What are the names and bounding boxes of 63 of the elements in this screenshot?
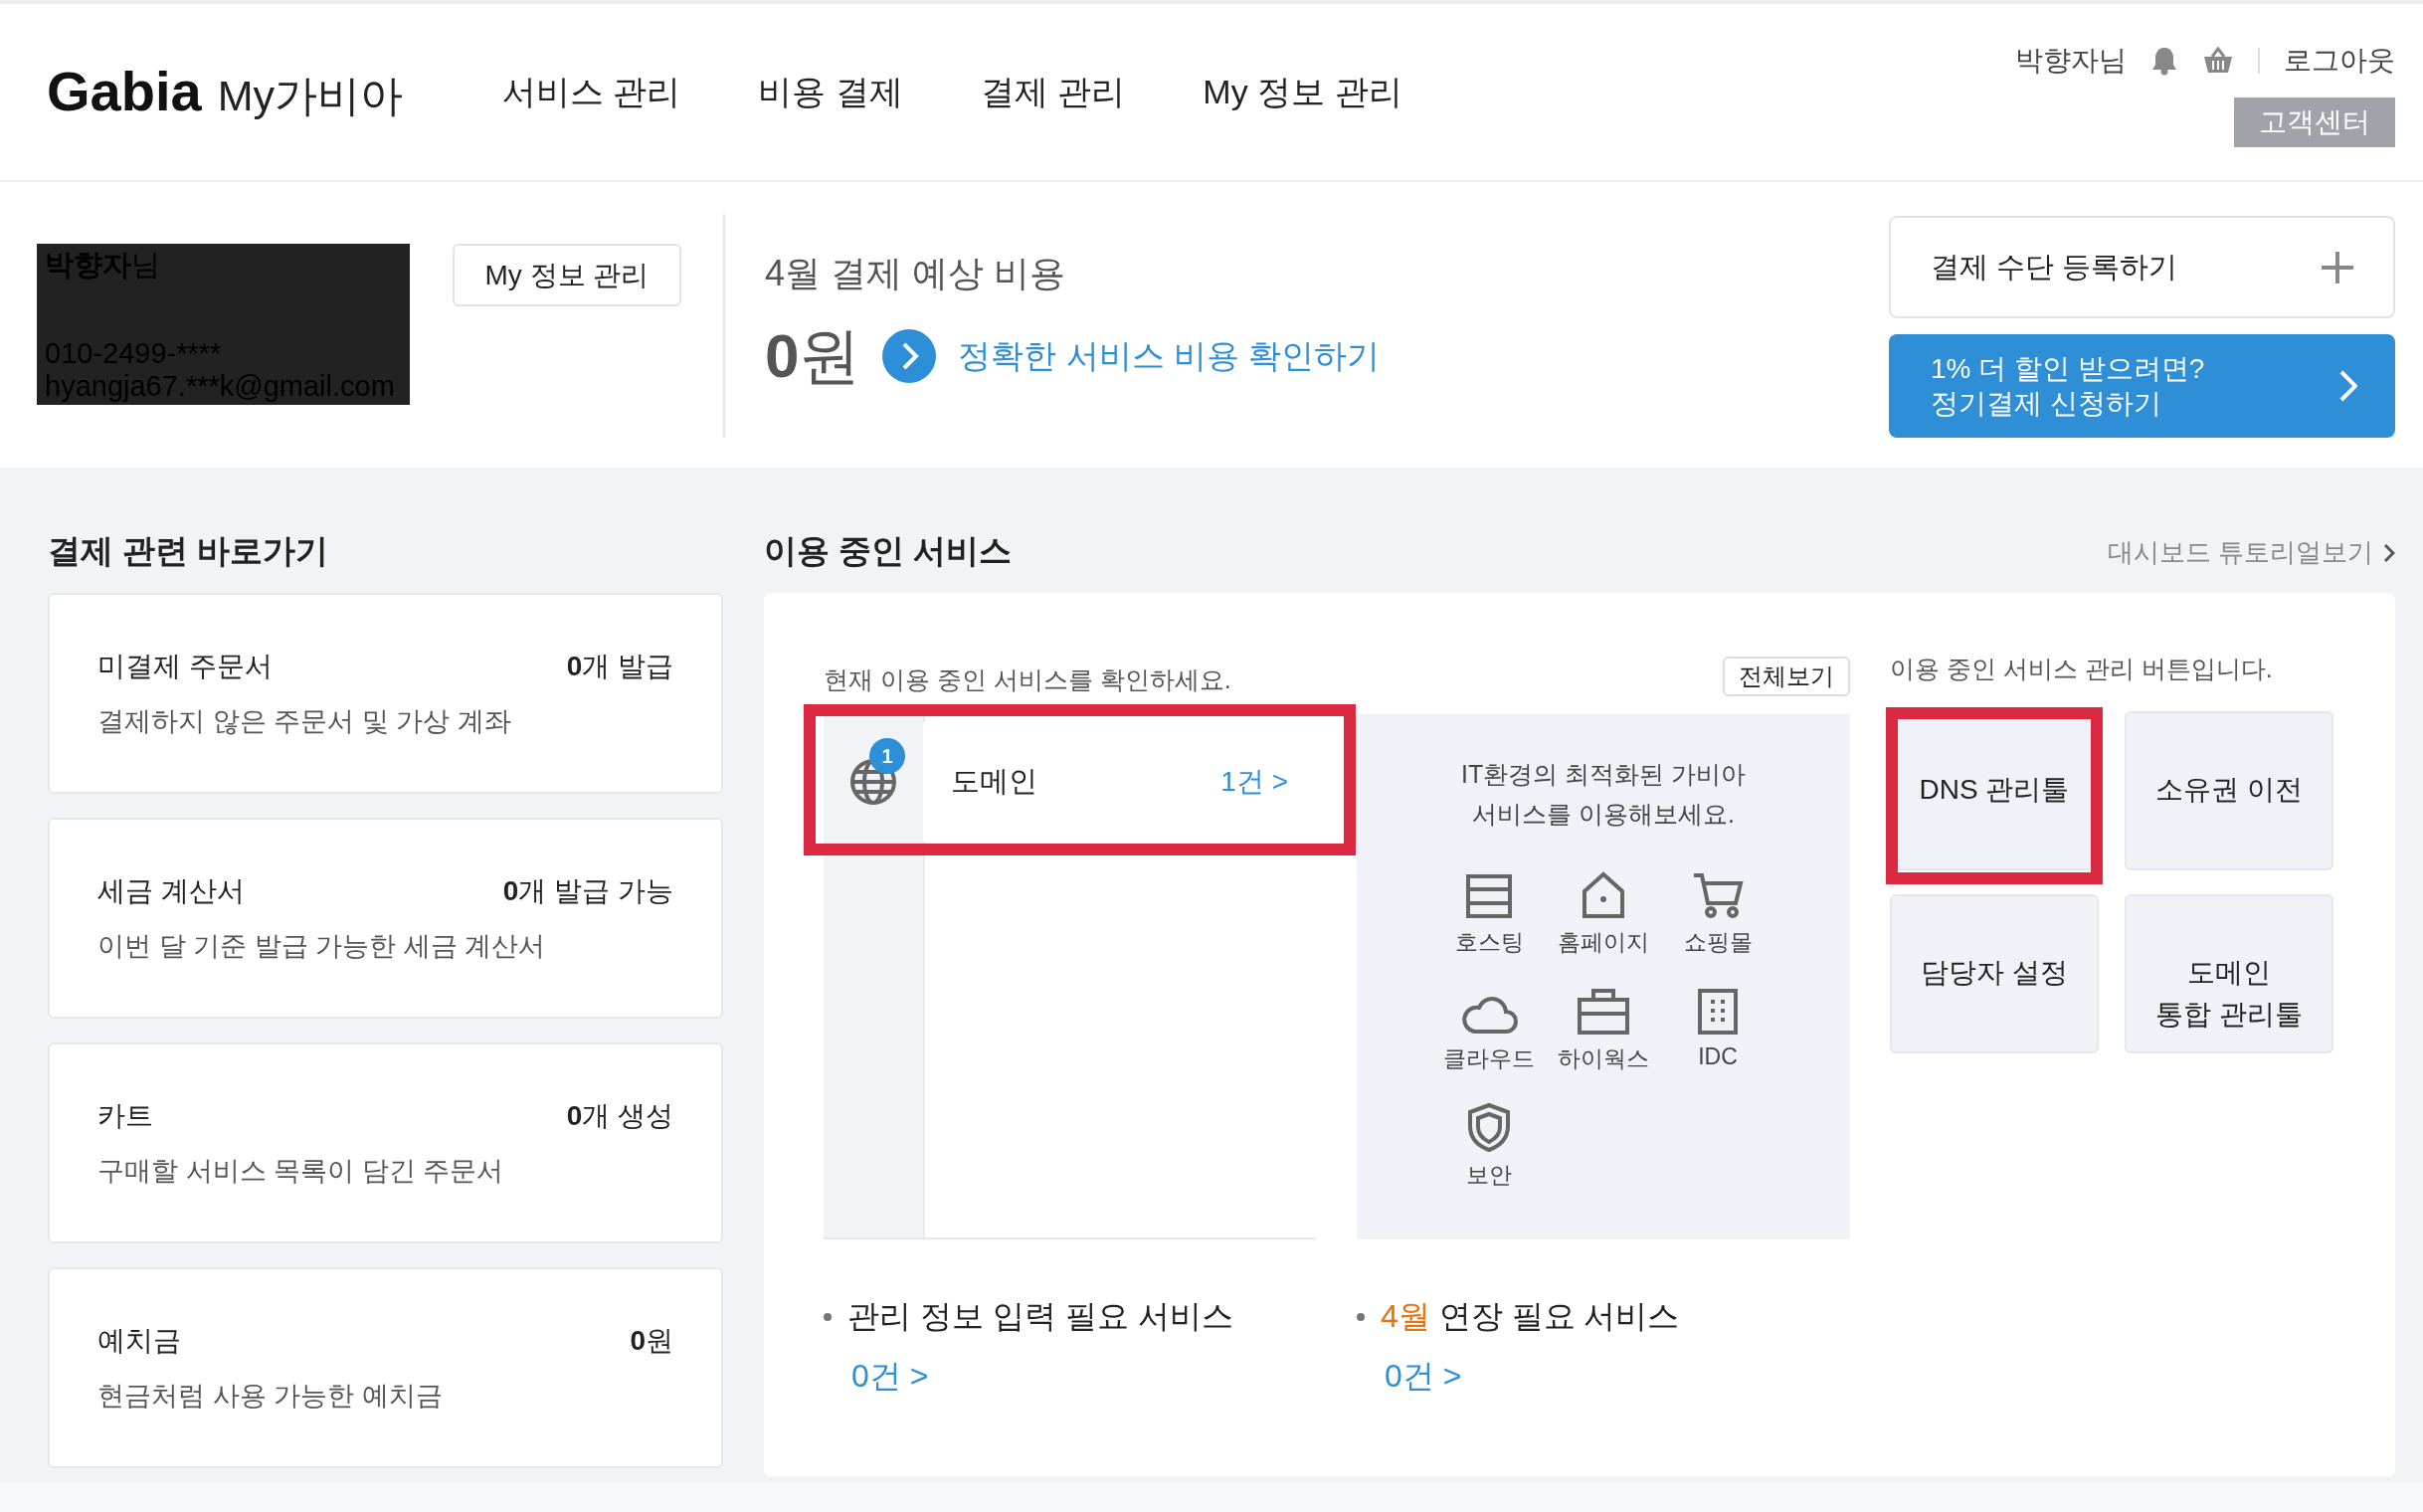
shortcut-name: 카트 [97,1099,153,1133]
service-label[interactable]: IDC [1698,1043,1738,1070]
shortcut-name: 미결제 주문서 [97,650,273,683]
service-label[interactable]: 호스팅 [1454,927,1524,958]
my-info-button[interactable]: My 정보 관리 [453,244,681,306]
view-all-button[interactable]: 전체보기 [1723,657,1850,696]
user-name: 박향자님 [2015,44,2127,78]
nav-link[interactable]: 비용 결제 [758,69,903,115]
shortcut-description: 구매할 서비스 목록이 담긴 주문서 [97,1155,504,1188]
cost-title: 4월 결제 예상 비용 [765,252,1067,295]
nav-link[interactable]: 서비스 관리 [501,69,681,115]
service-label[interactable]: 홈페이지 [1558,927,1649,958]
bullet-icon [824,1313,832,1321]
tool-button[interactable]: 도메인 통합 관리툴 [2125,894,2333,1053]
shortcut-description: 현금처럼 사용 가능한 예치금 [97,1380,444,1413]
shortcut-name: 세금 계산서 [97,874,245,908]
service-label[interactable]: 하이웍스 [1558,1043,1649,1074]
register-payment-button[interactable]: 결제 수단 등록하기 [1889,216,2395,318]
cost-amount: 0원 [765,320,861,392]
tool-button[interactable]: 소유권 이전 [2125,711,2333,870]
chevron-icon[interactable] [882,329,937,383]
section-title: 이용 중인 서비스 [764,531,1013,571]
house-icon [1582,871,1625,919]
shortcut-count: 0원 [630,1324,673,1358]
count-badge: 1 [869,738,905,774]
basket-icon[interactable] [2202,47,2234,75]
shortcut-card[interactable]: 미결제 주문서 0개 발급 결제하지 않은 주문서 및 가상 계좌 [48,593,723,794]
building-icon [1697,988,1739,1036]
shortcut-name: 예치금 [97,1324,181,1358]
nav-link[interactable]: My 정보 관리 [1203,69,1402,115]
notice-title: 관리 정보 입력 필요 서비스 [847,1297,1233,1336]
nav-link[interactable]: 결제 관리 [980,69,1126,115]
tool-button[interactable]: 담당자 설정 [1890,894,2099,1053]
logout-link[interactable]: 로그아웃 [2284,42,2395,80]
tools-hint: 이용 중인 서비스 관리 버튼입니다. [1890,654,2274,684]
services-hint: 현재 이용 중인 서비스를 확인하세요. [824,664,1231,695]
shortcut-count: 0개 발급 [566,650,673,683]
bullet-icon [1357,1313,1365,1321]
logo-subtitle: My가비아 [217,71,403,121]
cart-icon [1692,871,1744,919]
promo-text: IT환경의 최적화된 가비아 서비스를 이용해보세요. [1460,759,1747,830]
shortcut-count: 0개 생성 [566,1099,673,1133]
section-title: 결제 관련 바로가기 [48,531,330,571]
shortcut-count: 0개 발급 가능 [502,874,673,908]
notice-title: 4월 연장 필요 서비스 [1381,1297,1680,1336]
server-icon [1465,873,1513,919]
shortcut-card[interactable]: 세금 계산서 0개 발급 가능 이번 달 기준 발급 가능한 세금 계산서 [48,818,723,1019]
bell-icon[interactable] [2150,46,2178,76]
service-label[interactable]: 클라우드 [1443,1043,1535,1074]
chevron-icon [2339,370,2357,402]
briefcase-icon [1577,988,1630,1036]
plus-icon [2322,251,2353,284]
shortcut-description: 이번 달 기준 발급 가능한 세금 계산서 [97,930,546,963]
shortcut-card[interactable]: 예치금 0원 현금처럼 사용 가능한 예치금 [48,1267,723,1468]
service-label[interactable]: 쇼핑몰 [1683,927,1753,958]
service-name: 도메인 [951,764,1037,799]
chevron-icon [2383,542,2395,563]
shield-icon [1466,1102,1512,1152]
cloud-icon [1460,994,1518,1036]
shortcut-card[interactable]: 카트 0개 생성 구매할 서비스 목록이 담긴 주문서 [48,1042,723,1243]
service-label[interactable]: 보안 [1466,1160,1512,1191]
logo[interactable]: Gabia [47,59,202,123]
shortcut-description: 결제하지 않은 주문서 및 가상 계좌 [97,705,512,738]
